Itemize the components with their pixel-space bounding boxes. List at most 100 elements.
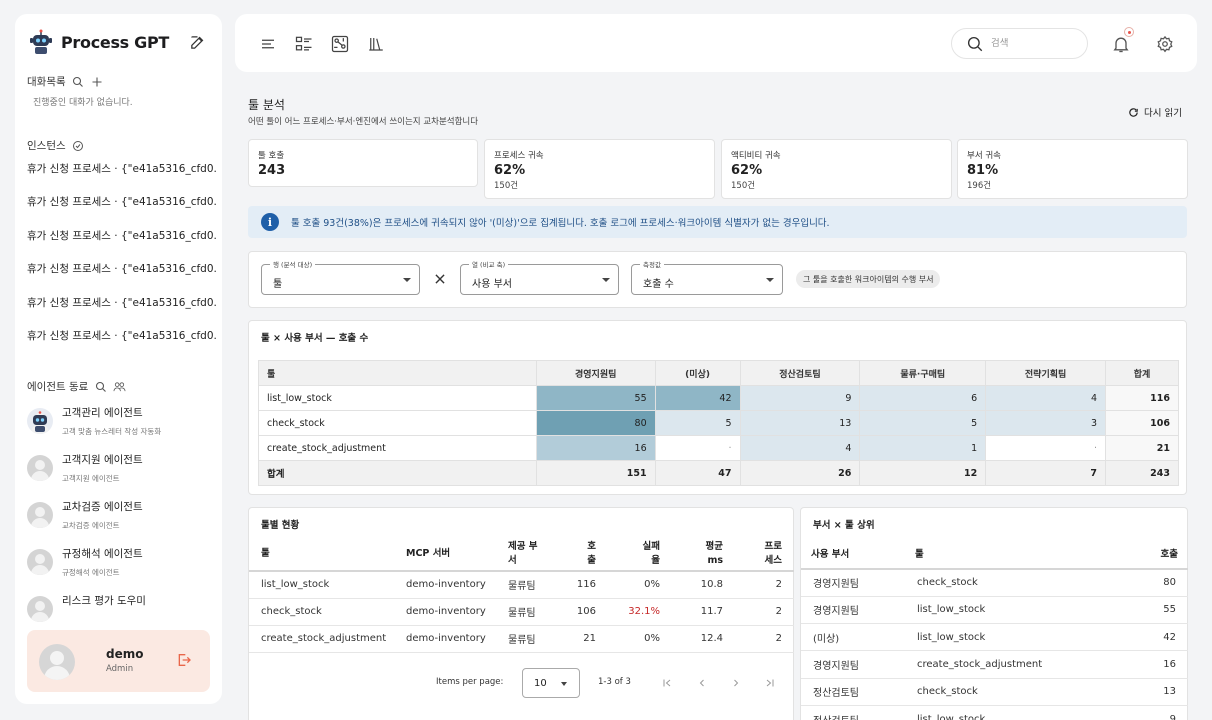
table-row[interactable]: create_stock_adjustment demo-inventory 물류팀… [249,625,794,653]
table-header[interactable]: 사용 부서 [801,538,905,570]
table-row[interactable]: 경영지원팀 list_low_stock 55 [801,596,1188,625]
pivot-cell: 1 [859,435,987,461]
dept-tool-table: 사용 부서 툴 호출 경영지원팀 check_stock 80 경영지원팀 list_l… [801,538,1188,720]
previous-page-button[interactable] [695,676,709,690]
pivot-cell: 13 [739,410,861,436]
table-cell: 2 [735,598,794,626]
brand-title: Process GPT [61,32,170,52]
edit-icon [190,35,203,49]
agent-item[interactable]: 고객관리 에이전트 고객 맞춤 뉴스레터 작성 자동화 [27,404,217,444]
table-row[interactable]: 경영지원팀 check_stock 80 [801,569,1188,597]
table-header[interactable]: 제공 부서 [496,538,558,572]
kpi-sub: 196건 [967,181,992,191]
table-row[interactable]: 정산검토팀 check_stock 13 [801,678,1188,706]
add-conversation-button[interactable] [91,75,104,88]
last-page-button[interactable] [763,676,777,690]
pivot-row-label: create_stock_adjustment [258,435,537,461]
chevron-down-icon [766,278,774,282]
user-role: Admin [106,664,134,674]
table-header[interactable]: 호출 [1095,538,1188,570]
instance-item[interactable]: 휴가 신청 프로세스 · {"e41a5316_cfd0... [27,328,217,343]
user-avatar [39,644,75,680]
table-cell: 42 [1095,623,1188,652]
table-header[interactable]: MCP 서버 [394,538,496,572]
users-icon [113,382,126,392]
brand[interactable]: Process GPT [29,28,169,56]
table-cell: 정산검토팀 [801,678,905,706]
measure-select[interactable]: 측정값 호출 수 [631,259,783,295]
pivot-column-header: (미상) [654,360,741,386]
instance-item[interactable]: 휴가 신청 프로세스 · {"e41a5316_cfd0... [27,228,217,243]
menu-toggle-button[interactable] [258,34,278,54]
table-header[interactable]: 툴 [249,538,394,572]
pivot-card: 툴 × 사용 부서 — 호출 수 툴 경영지원팀 (미상) 정산검토팀 물류·구… [248,320,1187,495]
table-cell: list_low_stock [905,623,1095,652]
table-row[interactable]: 경영지원팀 create_stock_adjustment 16 [801,650,1188,679]
instance-item[interactable]: 휴가 신청 프로세스 · {"e41a5316_cfd0... [27,161,217,176]
search-box[interactable] [951,28,1088,59]
search-agents-button[interactable] [94,380,107,393]
reload-button[interactable]: 다시 읽기 [1128,105,1182,119]
table-row[interactable]: (미상) list_low_stock 42 [801,623,1188,652]
agent-item[interactable]: 리스크 평가 도우미 [27,592,217,632]
table-row[interactable]: check_stock demo-inventory 물류팀 106 32.1% 11.7… [249,598,794,626]
search-icon [95,381,106,392]
table-header[interactable]: 툴 [905,538,1095,570]
pivot-column-total: 47 [654,460,741,486]
notifications-button[interactable] [1111,27,1134,54]
agent-item[interactable]: 고객지원 에이전트 고객지원 에이전트 [27,451,217,491]
avatar [27,502,53,528]
pagination: Items per page: 10 1-3 of 3 [249,668,794,698]
table-cell: 정산검토팀 [801,705,905,720]
items-per-page-select[interactable]: 10 [522,668,580,698]
logout-button[interactable] [176,652,192,668]
items-per-page-value: 10 [534,678,547,689]
library-button[interactable] [366,34,386,54]
table-header[interactable]: 실패 율 [608,538,672,572]
search-conversations-button[interactable] [72,75,85,88]
pivot-cell: · [654,435,741,461]
instance-item[interactable]: 휴가 신청 프로세스 · {"e41a5316_cfd0... [27,194,217,209]
table-cell: check_stock [905,678,1095,706]
new-chat-button[interactable] [187,32,207,52]
next-page-button[interactable] [729,676,743,690]
swap-axes-button[interactable] [433,272,447,286]
pivot-cell: 3 [985,410,1107,436]
agent-group-button[interactable] [113,380,126,393]
pivot-column-header: 전략기획팀 [985,360,1107,386]
column-select[interactable]: 열 (비교 축) 사용 부서 [460,259,619,295]
pivot-cell: 16 [535,435,656,461]
pivot-column-total: 7 [985,460,1107,486]
table-header[interactable]: 평균 ms [672,538,735,572]
table-header[interactable]: 프로 세스 [735,538,794,572]
table-header[interactable]: 호출 [558,538,608,572]
avatar [27,596,53,622]
info-icon: i [261,213,279,231]
settings-button[interactable] [1155,34,1175,54]
conversations-title: 대화목록 [27,76,66,88]
chevron-left-icon [699,679,704,687]
row-select[interactable]: 행 (분석 대상) 툴 [261,259,420,295]
tool-status-card: 툴별 현황 툴 MCP 서버 제공 부서 호출 실패 율 평균 ms 프로 세스 li… [248,507,794,720]
agent-item[interactable]: 교차검증 에이전트 교차검증 에이전트 [27,498,217,538]
first-page-button[interactable] [660,676,674,690]
search-icon [73,76,84,87]
robot-avatar-icon [27,408,53,434]
table-row[interactable]: list_low_stock demo-inventory 물류팀 116 0% 10.8… [249,571,794,599]
chevron-down-icon [561,682,567,686]
instance-item[interactable]: 휴가 신청 프로세스 · {"e41a5316_cfd0... [27,295,217,310]
table-row[interactable]: 정산검토팀list_low_stock9 [801,705,1188,720]
instance-item[interactable]: 휴가 신청 프로세스 · {"e41a5316_cfd0... [27,261,217,276]
agent-item[interactable]: 규정해석 에이전트 규정해석 에이전트 [27,545,217,585]
process-map-button[interactable] [330,34,350,54]
kpi-card-tool-calls: 툴 호출 243 [248,139,478,187]
table-cell: 32.1% [608,598,672,626]
table-cell: 9 [1095,705,1188,720]
kpi-value: 81% [967,163,999,178]
table-cell: 경영지원팀 [801,569,905,597]
search-input[interactable] [991,38,1071,49]
checklist-button[interactable] [294,34,314,54]
page-title: 툴 분석 [248,98,285,112]
user-card[interactable]: demo Admin [27,630,210,692]
instances-filter-button[interactable] [72,139,85,152]
